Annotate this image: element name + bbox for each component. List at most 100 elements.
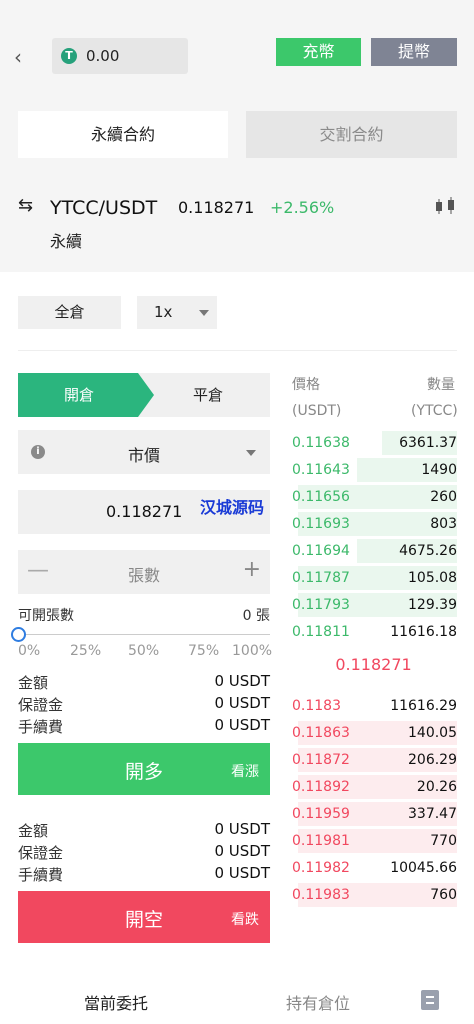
switch-pair-icon[interactable]: ⇆ bbox=[18, 195, 33, 216]
chevron-down-icon bbox=[246, 450, 256, 456]
buy-margin-label: 保證金 bbox=[18, 696, 64, 714]
quantity-placeholder: 張數 bbox=[127, 566, 160, 585]
sell-margin-label: 保證金 bbox=[18, 844, 64, 862]
balance-box: T 0.00 bbox=[52, 38, 188, 74]
bid-row[interactable]: 0.11638 6361.37 bbox=[290, 431, 457, 458]
percent-slider-track[interactable] bbox=[18, 634, 270, 635]
bid-price: 0.11643 bbox=[292, 462, 350, 478]
balance-value: 0.00 bbox=[86, 47, 120, 65]
ask-price: 0.11872 bbox=[292, 752, 350, 768]
open-short-button[interactable]: 開空 看跌 bbox=[18, 891, 270, 943]
orderbook-price-unit: (USDT) bbox=[292, 403, 342, 419]
ask-row[interactable]: 0.11982 10045.66 bbox=[290, 856, 457, 883]
withdraw-button[interactable]: 提幣 bbox=[371, 38, 457, 66]
bid-row[interactable]: 0.11694 4675.26 bbox=[290, 539, 457, 566]
orderbook-last-price: 0.118271 bbox=[335, 655, 412, 674]
pair-change: +2.56% bbox=[270, 198, 335, 217]
leverage-value: 1x bbox=[154, 303, 173, 321]
percent-100[interactable]: 100% bbox=[232, 643, 272, 659]
ask-row[interactable]: 0.11983 760 bbox=[290, 883, 457, 910]
sell-fee-value: 0 USDT bbox=[214, 864, 270, 882]
percent-50[interactable]: 50% bbox=[128, 643, 159, 659]
quantity-stepper[interactable]: — 張數 + bbox=[18, 550, 270, 594]
available-value: 0 張 bbox=[242, 608, 270, 624]
ask-quantity: 760 bbox=[430, 887, 457, 903]
bid-price: 0.11787 bbox=[292, 570, 350, 586]
ask-quantity: 20.26 bbox=[416, 779, 457, 795]
bid-quantity: 105.08 bbox=[408, 570, 457, 586]
ask-price: 0.11959 bbox=[292, 806, 350, 822]
percent-75[interactable]: 75% bbox=[188, 643, 219, 659]
candlestick-chart-icon[interactable] bbox=[434, 196, 458, 218]
bid-quantity: 260 bbox=[430, 489, 457, 505]
margin-mode-select[interactable]: 全倉 bbox=[18, 296, 121, 329]
buy-amount-label: 金額 bbox=[18, 674, 49, 692]
ask-price: 0.11892 bbox=[292, 779, 350, 795]
open-close-switch: 平倉 開倉 bbox=[18, 373, 270, 417]
tab-delivery[interactable]: 交割合約 bbox=[246, 111, 457, 158]
bid-row[interactable]: 0.11787 105.08 bbox=[290, 566, 457, 593]
bid-quantity: 4675.26 bbox=[399, 543, 457, 559]
ask-quantity: 10045.66 bbox=[390, 860, 457, 876]
buy-amount-value: 0 USDT bbox=[214, 672, 270, 690]
plus-icon[interactable]: + bbox=[243, 557, 261, 582]
order-type-value: 市價 bbox=[127, 446, 160, 465]
ask-row[interactable]: 0.1183 11616.29 bbox=[290, 694, 457, 721]
bid-quantity: 6361.37 bbox=[399, 435, 457, 451]
bullish-label: 看漲 bbox=[231, 764, 259, 780]
open-position-tab[interactable]: 開倉 bbox=[18, 373, 154, 417]
bid-row[interactable]: 0.11656 260 bbox=[290, 485, 457, 512]
ask-price: 0.11981 bbox=[292, 833, 350, 849]
ask-row[interactable]: 0.11959 337.47 bbox=[290, 802, 457, 829]
percent-slider-handle[interactable] bbox=[11, 627, 26, 642]
pair-name[interactable]: YTCC/USDT bbox=[50, 197, 157, 219]
bid-row[interactable]: 0.11643 1490 bbox=[290, 458, 457, 485]
percent-0[interactable]: 0% bbox=[18, 643, 40, 659]
ask-price: 0.11983 bbox=[292, 887, 350, 903]
bid-quantity: 129.39 bbox=[408, 597, 457, 613]
bid-row[interactable]: 0.11793 129.39 bbox=[290, 593, 457, 620]
open-long-button[interactable]: 開多 看漲 bbox=[18, 743, 270, 795]
percent-25[interactable]: 25% bbox=[70, 643, 101, 659]
back-icon[interactable]: ‹ bbox=[14, 44, 34, 70]
contract-type: 永續 bbox=[50, 232, 83, 251]
bid-price: 0.11811 bbox=[292, 624, 350, 640]
tab-current-orders[interactable]: 當前委托 bbox=[84, 990, 148, 1014]
ask-row[interactable]: 0.11892 20.26 bbox=[290, 775, 457, 802]
bid-price: 0.11638 bbox=[292, 435, 350, 451]
leverage-select[interactable]: 1x bbox=[137, 296, 217, 329]
bid-quantity: 1490 bbox=[421, 462, 457, 478]
sell-fee-label: 手續費 bbox=[18, 866, 64, 884]
deposit-button[interactable]: 充幣 bbox=[276, 38, 361, 66]
bid-price: 0.11793 bbox=[292, 597, 350, 613]
list-icon[interactable] bbox=[421, 990, 439, 1010]
pair-price: 0.118271 bbox=[178, 198, 255, 217]
bid-price: 0.11656 bbox=[292, 489, 350, 505]
bid-row[interactable]: 0.11811 11616.18 bbox=[290, 620, 457, 647]
sell-amount-label: 金額 bbox=[18, 822, 49, 840]
buy-margin-value: 0 USDT bbox=[214, 694, 270, 712]
ask-quantity: 770 bbox=[430, 833, 457, 849]
buy-fee-label: 手續費 bbox=[18, 718, 64, 736]
order-type-select[interactable]: i 市價 bbox=[18, 430, 270, 474]
ask-price: 0.11982 bbox=[292, 860, 350, 876]
tab-positions[interactable]: 持有倉位 bbox=[286, 990, 350, 1014]
orderbook-qty-header: 數量 bbox=[427, 377, 455, 393]
sell-amount-value: 0 USDT bbox=[214, 820, 270, 838]
ask-row[interactable]: 0.11981 770 bbox=[290, 829, 457, 856]
tether-icon: T bbox=[61, 48, 77, 64]
orderbook-qty-unit: (YTCC) bbox=[411, 403, 458, 419]
bearish-label: 看跌 bbox=[231, 912, 259, 928]
price-input[interactable]: 0.118271 汉城源码 bbox=[18, 490, 270, 534]
ask-quantity: 337.47 bbox=[408, 806, 457, 822]
tab-perpetual[interactable]: 永續合約 bbox=[18, 111, 228, 158]
bid-price: 0.11693 bbox=[292, 516, 350, 532]
ask-price: 0.11863 bbox=[292, 725, 350, 741]
ask-row[interactable]: 0.11863 140.05 bbox=[290, 721, 457, 748]
ask-row[interactable]: 0.11872 206.29 bbox=[290, 748, 457, 775]
divider bbox=[18, 350, 457, 351]
bid-row[interactable]: 0.11693 803 bbox=[290, 512, 457, 539]
buy-fee-value: 0 USDT bbox=[214, 716, 270, 734]
ask-quantity: 206.29 bbox=[408, 752, 457, 768]
chevron-down-icon bbox=[199, 310, 209, 316]
